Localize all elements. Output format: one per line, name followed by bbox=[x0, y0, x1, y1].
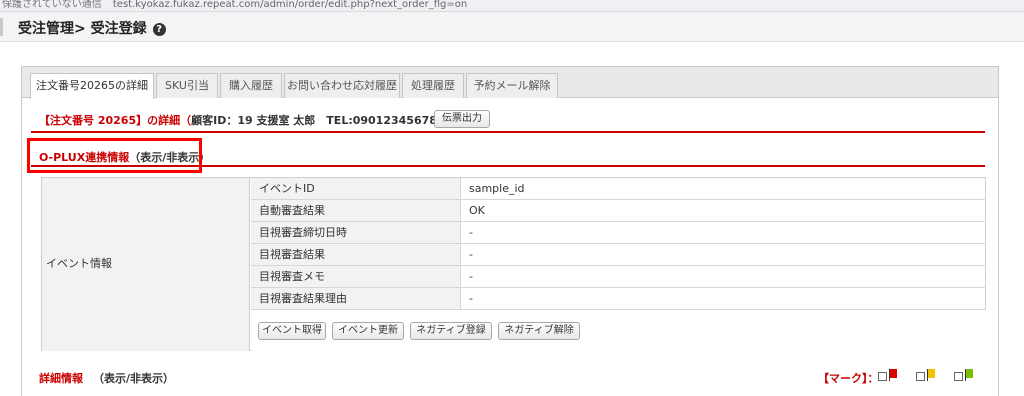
register-negative-button[interactable]: ネガティブ登録 bbox=[410, 322, 492, 340]
highlight-box bbox=[27, 138, 202, 173]
row-value: - bbox=[469, 248, 473, 261]
details-title: 詳細情報 bbox=[39, 372, 83, 385]
mark-label: 【マーク】： bbox=[818, 372, 879, 385]
row-value: - bbox=[469, 226, 473, 239]
flag-checkbox[interactable] bbox=[916, 372, 925, 381]
flag-checkbox[interactable] bbox=[878, 372, 887, 381]
row-key: イベントID bbox=[251, 178, 461, 199]
page-title-text: 受注管理> 受注登録 bbox=[18, 21, 147, 37]
flag-green[interactable] bbox=[954, 368, 976, 382]
red-flag-icon bbox=[890, 369, 897, 378]
table-row: 自動審査結果 OK bbox=[251, 200, 986, 222]
row-key: 自動審査結果 bbox=[251, 200, 461, 221]
row-value: - bbox=[469, 292, 473, 305]
row-value: sample_id bbox=[469, 182, 525, 195]
tab-sku-allocation[interactable]: SKU引当 bbox=[156, 73, 218, 98]
row-key: 目視審査メモ bbox=[251, 266, 461, 287]
details-toggle-link[interactable]: （表示/非表示） bbox=[93, 372, 174, 385]
tab-process-history[interactable]: 処理履歴 bbox=[402, 73, 464, 98]
row-value: - bbox=[469, 270, 473, 283]
table-row: イベントID sample_id bbox=[251, 178, 986, 200]
green-flag-icon bbox=[966, 369, 973, 378]
row-key: 目視審査結果理由 bbox=[251, 288, 461, 309]
flag-yellow[interactable] bbox=[916, 368, 938, 382]
security-status: 保護されていない通信 bbox=[2, 0, 102, 10]
tab-order-detail[interactable]: 注文番号20265の詳細 bbox=[30, 73, 154, 99]
customer-info: 顧客ID：19 支援室 太郎 TEL:09012345678 bbox=[191, 114, 437, 127]
row-value: OK bbox=[469, 204, 485, 217]
browser-url-bar[interactable]: 保護されていない通信 test.kyokaz.fukaz.repeat.com/… bbox=[0, 0, 1024, 12]
fetch-event-button[interactable]: イベント取得 bbox=[258, 322, 326, 340]
event-button-row: イベント取得 イベント更新 ネガティブ登録 ネガティブ解除 bbox=[251, 310, 986, 351]
event-info-label-cell: イベント情報 bbox=[42, 178, 250, 351]
flag-red[interactable] bbox=[878, 368, 900, 382]
table-row: 目視審査結果理由 - bbox=[251, 288, 986, 310]
event-info-table: イベント情報 イベントID sample_id 自動審査結果 OK 目視審査締切… bbox=[41, 177, 986, 351]
table-row: 目視審査結果 - bbox=[251, 244, 986, 266]
table-row: 目視審査メモ - bbox=[251, 266, 986, 288]
tab-purchase-history[interactable]: 購入履歴 bbox=[220, 73, 282, 98]
row-key: 目視審査結果 bbox=[251, 244, 461, 265]
yellow-flag-icon bbox=[928, 369, 935, 378]
print-slip-button[interactable]: 伝票出力 bbox=[434, 110, 490, 128]
url-text[interactable]: test.kyokaz.fukaz.repeat.com/admin/order… bbox=[113, 0, 467, 10]
event-info-label: イベント情報 bbox=[46, 257, 112, 270]
row-key: 目視審査締切日時 bbox=[251, 222, 461, 243]
order-heading-underline bbox=[31, 131, 985, 133]
page-header: 受注管理> 受注登録? bbox=[0, 12, 1024, 42]
flag-checkbox[interactable] bbox=[954, 372, 963, 381]
update-event-button[interactable]: イベント更新 bbox=[332, 322, 404, 340]
table-row: 目視審査締切日時 - bbox=[251, 222, 986, 244]
details-section-title: 詳細情報 （表示/非表示） bbox=[39, 370, 174, 386]
tab-inquiry-history[interactable]: お問い合わせ応対履歴 bbox=[284, 73, 400, 98]
unregister-negative-button[interactable]: ネガティブ解除 bbox=[498, 322, 580, 340]
tab-reservation-mail-cancel[interactable]: 予約メール解除 bbox=[466, 73, 558, 98]
page-title: 受注管理> 受注登録? bbox=[18, 18, 166, 38]
order-heading: 【注文番号 20265】の詳細（顧客ID：19 支援室 太郎 TEL:09012… bbox=[39, 112, 448, 128]
help-icon[interactable]: ? bbox=[152, 23, 166, 36]
header-accent-bar bbox=[0, 18, 3, 36]
order-title: 【注文番号 20265】の詳細（ bbox=[39, 114, 192, 127]
tab-bar: 注文番号20265の詳細 SKU引当 購入履歴 お問い合わせ応対履歴 処理履歴 … bbox=[22, 67, 998, 99]
